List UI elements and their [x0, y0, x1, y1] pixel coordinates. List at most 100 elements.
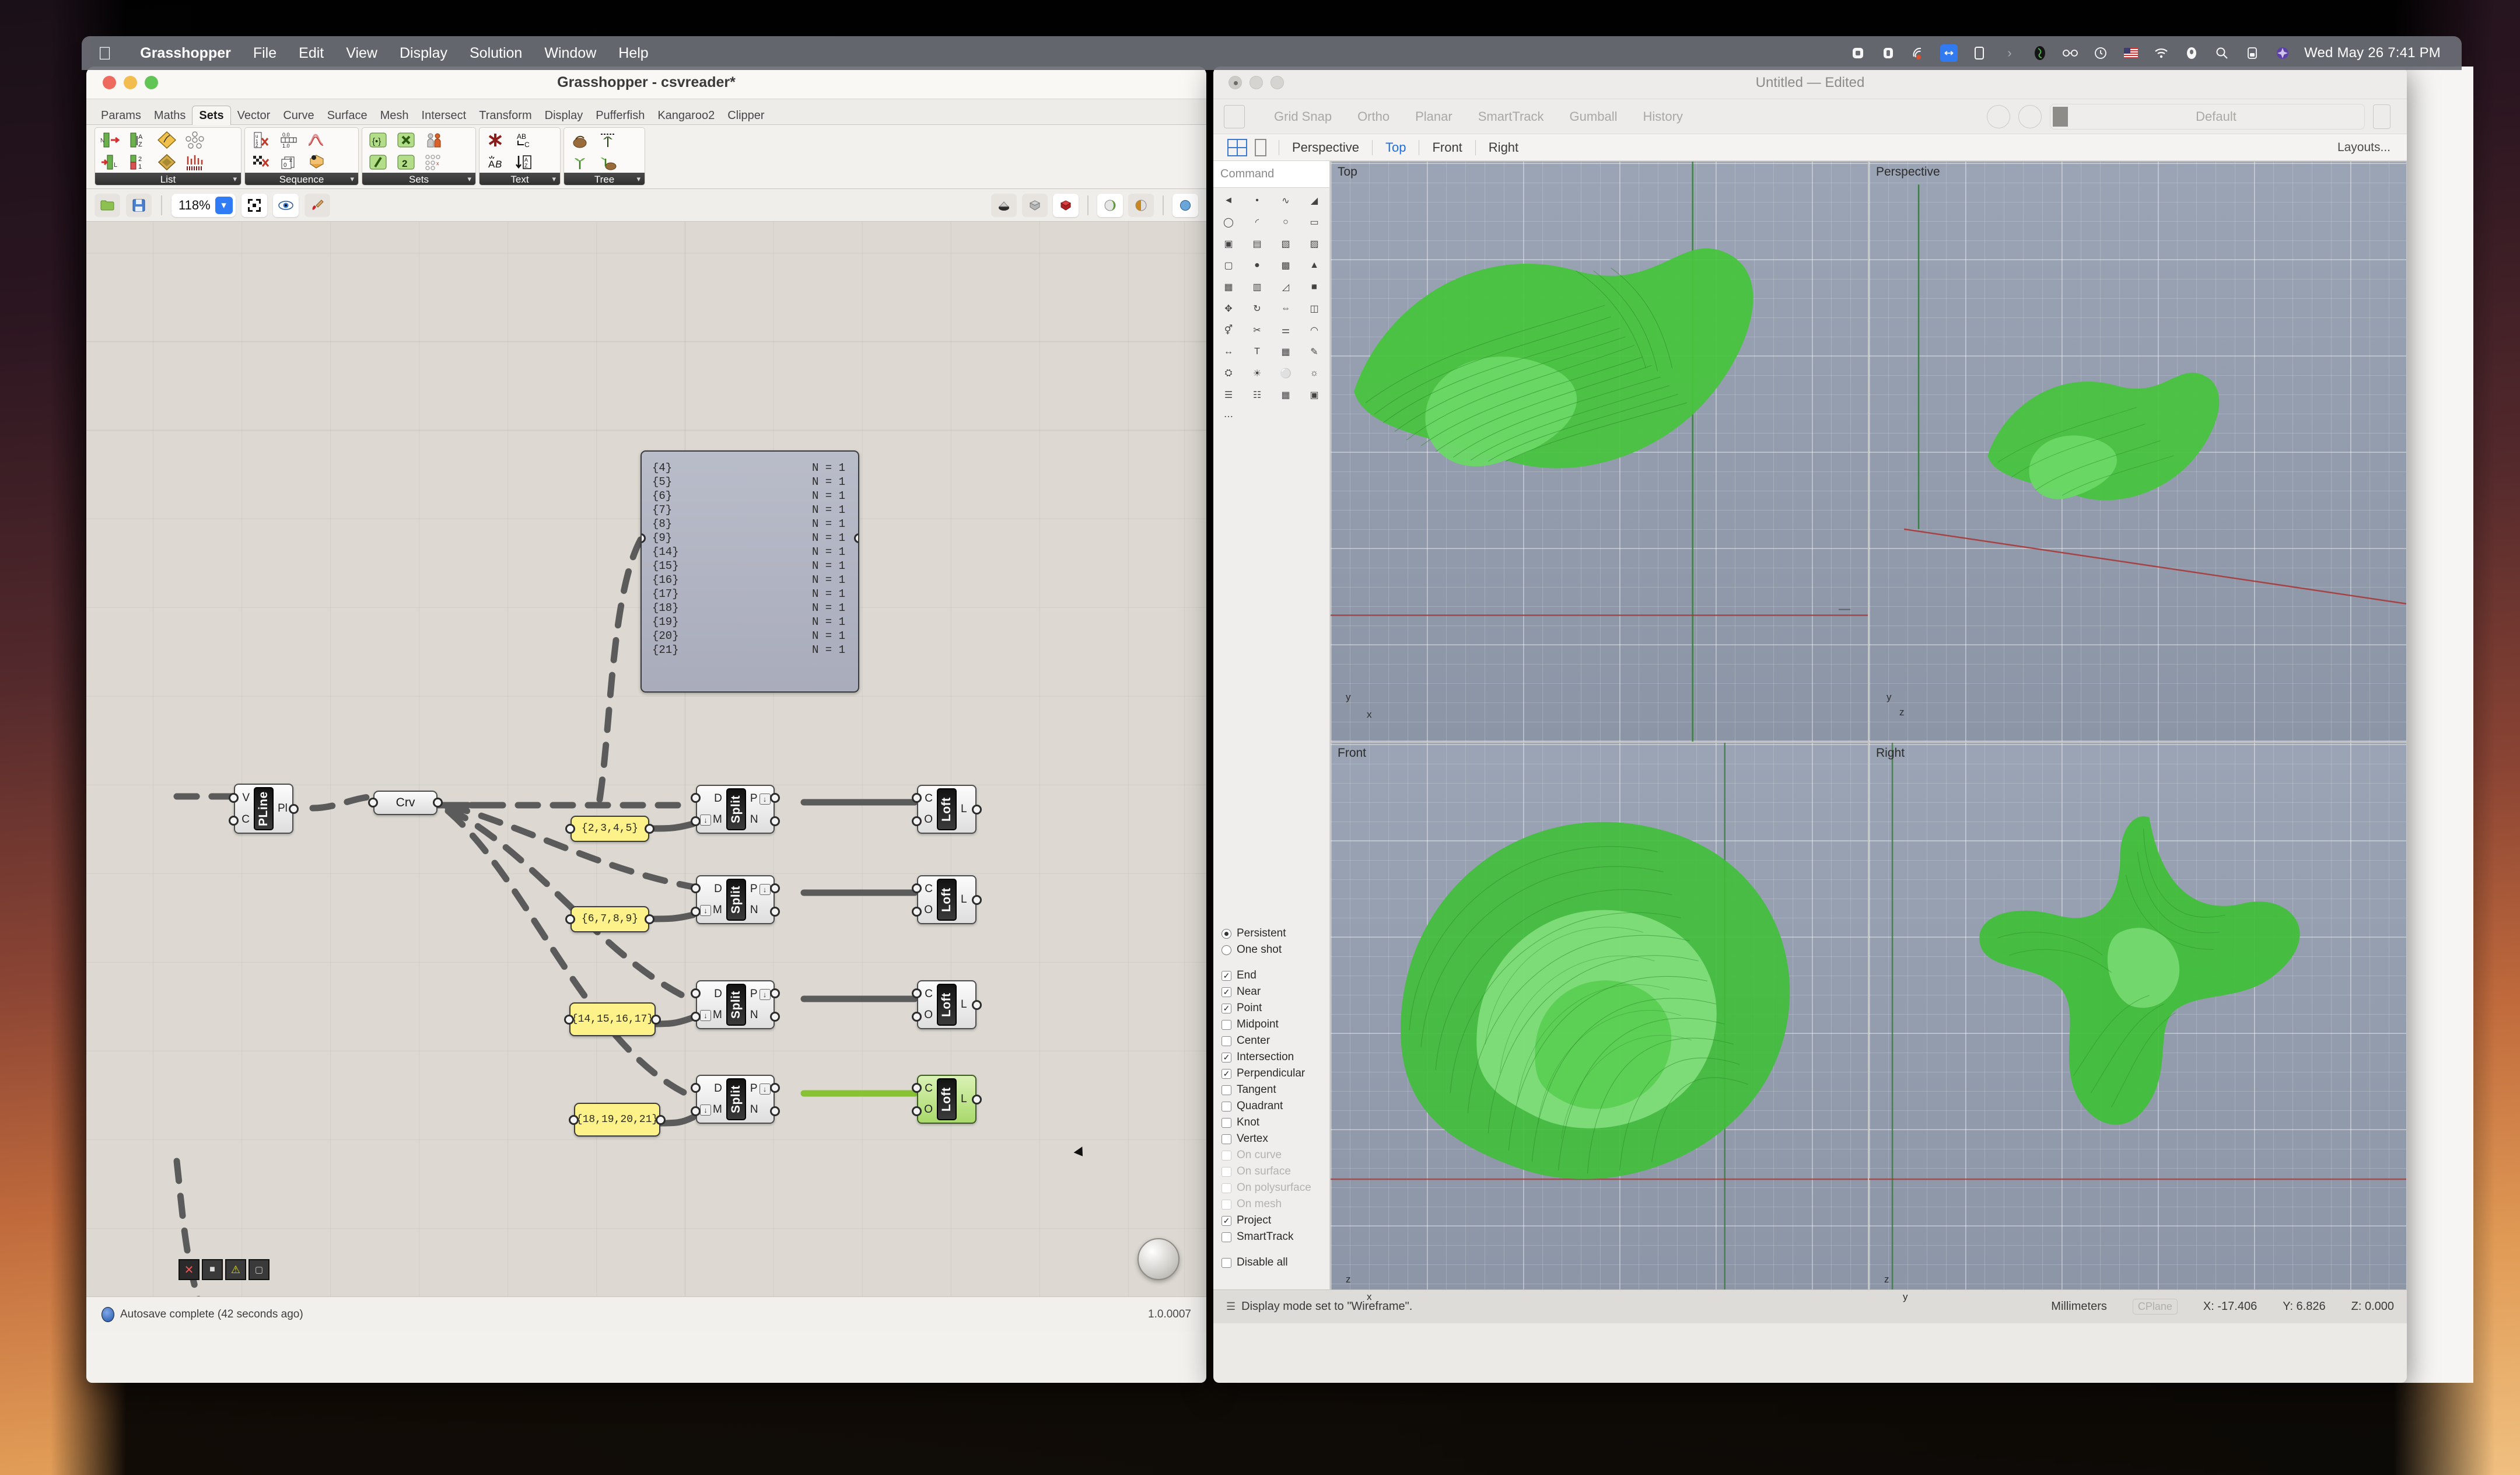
port-c[interactable]: C — [925, 1080, 933, 1097]
port-d[interactable]: D — [714, 880, 722, 898]
flag-icon[interactable] — [2122, 44, 2140, 62]
render-icon[interactable]: ☀ — [1243, 363, 1271, 384]
analysis-icon[interactable]: ⛭ — [1214, 363, 1242, 384]
port-c[interactable]: C — [925, 790, 933, 808]
tab-right[interactable]: Right — [1476, 140, 1531, 155]
port-l[interactable]: L — [961, 1090, 967, 1108]
set-intersection-icon[interactable] — [394, 130, 418, 151]
toggle-history[interactable]: History — [1630, 109, 1695, 124]
transform-scale-icon[interactable]: ⇔ — [1272, 298, 1300, 319]
osnap-end[interactable]: ✓ End — [1222, 967, 1329, 984]
osnap-knot[interactable]: Knot — [1222, 1114, 1329, 1131]
osnap-quadrant[interactable]: Quadrant — [1222, 1098, 1329, 1114]
point-tool-icon[interactable]: • — [1243, 190, 1271, 211]
grasshopper-canvas[interactable]: {4} N = 1 {5} N = 1 {6} N = 1 {7} N = 1 {8} N… — [86, 222, 1206, 1331]
input-port-dot[interactable] — [691, 1106, 701, 1116]
flatten-arrow-icon[interactable]: ↓ — [700, 1009, 711, 1021]
split-icon[interactable]: ⚌ — [1272, 320, 1300, 341]
layer-lock-icon[interactable] — [1987, 104, 2010, 128]
flatten-arrow-icon[interactable]: ↓ — [759, 793, 771, 805]
layer-color-swatch[interactable] — [2053, 106, 2068, 127]
toggle-smarttrack[interactable]: SmartTrack — [1465, 109, 1557, 124]
select-tool-icon[interactable]: ◄ — [1214, 190, 1242, 211]
tab-surface[interactable]: Surface — [321, 107, 374, 124]
input-port-dot[interactable] — [229, 793, 239, 803]
port-m[interactable]: ↓ M — [700, 901, 722, 919]
flatten-arrow-icon[interactable]: ↓ — [700, 1104, 711, 1116]
preview-wireframe-icon[interactable] — [1053, 193, 1079, 217]
input-port-dot[interactable] — [565, 914, 575, 924]
flatten-arrow-icon[interactable]: ↓ — [759, 1083, 771, 1095]
tab-display[interactable]: Display — [538, 107, 590, 124]
list-length-icon[interactable]: L — [99, 152, 123, 173]
ribbon-label-text[interactable]: Text ▾ — [480, 173, 560, 185]
single-view-layout-icon[interactable] — [1253, 138, 1273, 156]
text-split-icon[interactable] — [484, 130, 507, 151]
input-port-dot[interactable] — [564, 1015, 574, 1025]
resize-icon[interactable] — [1940, 44, 1958, 62]
osnap-perpendicular[interactable]: ✓ Perpendicular — [1222, 1065, 1329, 1082]
port-p[interactable]: P ↓ — [750, 790, 771, 808]
port-n[interactable]: N — [750, 811, 758, 829]
checkbox-icon[interactable]: ✓ — [1222, 970, 1231, 981]
output-port-dot[interactable] — [651, 1015, 661, 1025]
node-loft-3[interactable]: C O Loft L — [912, 980, 982, 1029]
create-set-icon[interactable]: 2 — [394, 152, 418, 173]
port-p[interactable]: P ↓ — [750, 880, 771, 898]
weave-icon[interactable] — [155, 152, 178, 173]
node-panel-2[interactable]: {6,7,8,9} — [565, 906, 654, 932]
tab-mesh[interactable]: Mesh — [374, 107, 415, 124]
cull-pattern-icon[interactable] — [183, 130, 206, 151]
output-port-dot[interactable] — [645, 824, 654, 834]
output-port-dot[interactable] — [769, 1083, 780, 1093]
sort-list-icon[interactable]: AZ — [127, 130, 150, 151]
partition-icon[interactable]: 21 — [127, 152, 150, 173]
node-panel-3[interactable]: {14,15,16,17} — [564, 1002, 661, 1036]
tab-curve[interactable]: Curve — [276, 107, 320, 124]
boolean-union-icon[interactable]: ⚥ — [1214, 320, 1242, 341]
toggle-planar[interactable]: Planar — [1402, 109, 1465, 124]
member-index-icon[interactable] — [422, 130, 446, 151]
canvas-navigation-ball[interactable] — [1138, 1238, 1180, 1280]
output-port-dot[interactable] — [433, 798, 443, 808]
series-icon[interactable]: u12 — [249, 130, 272, 151]
grasshopper-icon[interactable] — [2031, 44, 2049, 62]
input-port-dot[interactable] — [912, 907, 922, 917]
ellipse-tool-icon[interactable]: ○ — [1272, 212, 1300, 233]
zoom-level-control[interactable]: 118% ▾ — [172, 193, 236, 217]
port-c[interactable]: C — [925, 985, 933, 1003]
osnap-center[interactable]: Center — [1222, 1033, 1329, 1049]
viewport-top[interactable]: Top y x — [1330, 161, 1868, 742]
output-port-dot[interactable] — [972, 1095, 982, 1104]
fillet-icon[interactable]: ◠ — [1300, 320, 1328, 341]
menu-grasshopper[interactable]: Grasshopper — [129, 45, 242, 62]
flatten-arrow-icon[interactable]: ↓ — [759, 883, 771, 895]
menu-display[interactable]: Display — [388, 45, 459, 62]
port-c[interactable]: C — [242, 811, 250, 829]
fit-to-screen-icon[interactable] — [241, 193, 267, 217]
solid-box-icon[interactable]: ▢ — [1214, 255, 1242, 276]
checkbox-icon[interactable]: ✓ — [1222, 1052, 1231, 1062]
input-port-dot[interactable] — [912, 793, 922, 803]
osnap-vertex[interactable]: Vertex — [1222, 1131, 1329, 1147]
sift-icon[interactable] — [183, 152, 206, 173]
input-port-dot[interactable] — [912, 1106, 922, 1116]
input-port-dot[interactable] — [912, 988, 922, 998]
mesh-tool-icon[interactable]: ▦ — [1214, 277, 1242, 298]
preview-off-icon[interactable] — [991, 193, 1017, 217]
transform-mirror-icon[interactable]: ◫ — [1300, 298, 1328, 319]
port-o[interactable]: O — [924, 811, 933, 829]
ribbon-label-sequence[interactable]: Sequence ▾ — [245, 173, 358, 185]
osnap-point[interactable]: ✓ Point — [1222, 1000, 1329, 1016]
annotation-icon[interactable]: ✎ — [1300, 341, 1328, 362]
port-m[interactable]: ↓ M — [700, 1006, 722, 1024]
port-o[interactable]: O — [924, 1101, 933, 1119]
tab-intersect[interactable]: Intersect — [415, 107, 473, 124]
output-port-dot[interactable] — [972, 1000, 982, 1010]
layer-icon[interactable]: ☰ — [1214, 385, 1242, 406]
tree-branch-icon[interactable] — [568, 130, 592, 151]
menu-edit[interactable]: Edit — [288, 45, 335, 62]
node-split-3[interactable]: D ↓ M Split P ↓ N — [691, 980, 780, 1029]
folder-open-icon[interactable] — [94, 193, 120, 217]
checkbox-icon[interactable]: ✓ — [1222, 1003, 1231, 1013]
